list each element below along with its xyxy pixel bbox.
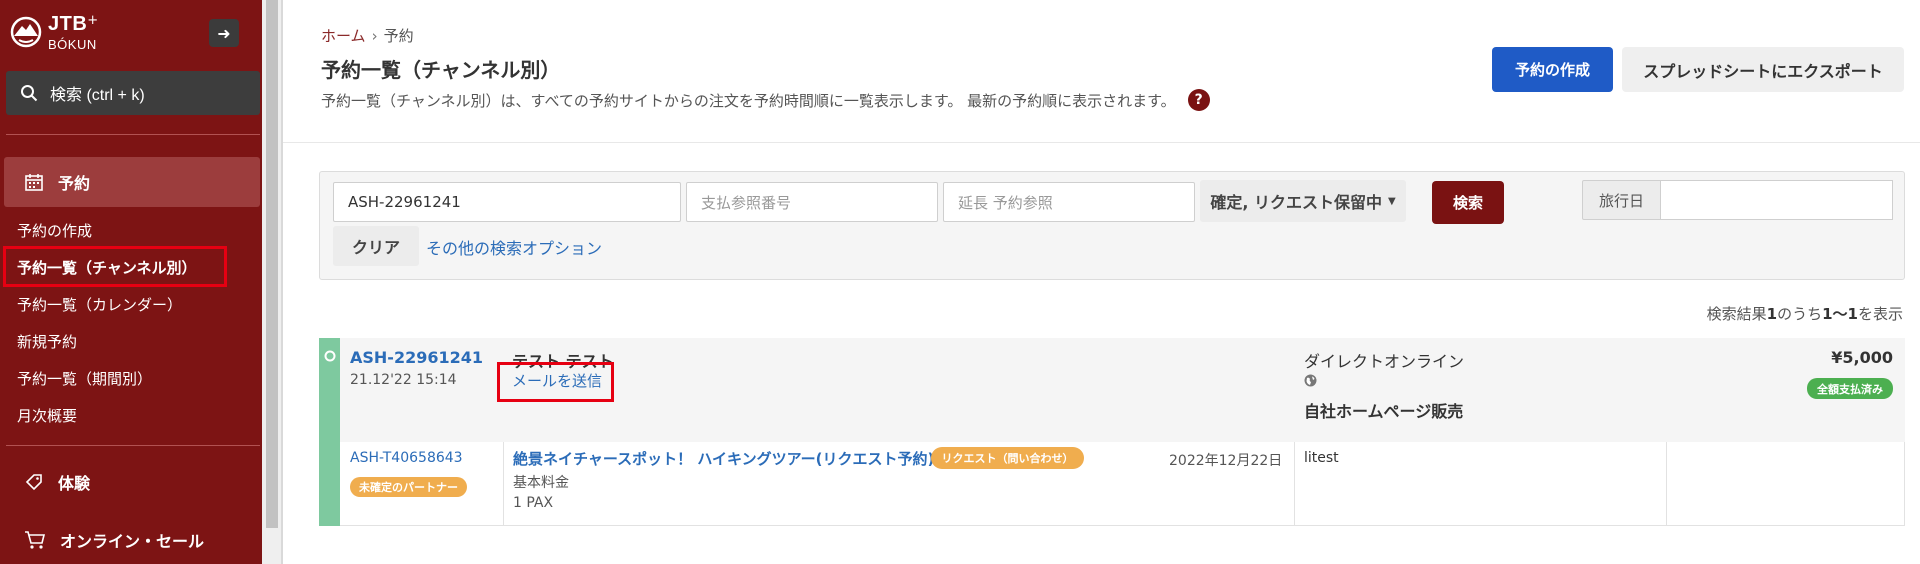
booking-status-stripe [319, 338, 340, 526]
booking-status-dropdown[interactable]: 確定, リクエスト保留中 ▼ [1200, 180, 1406, 222]
sales-channel: ダイレクトオンライン [1304, 352, 1465, 371]
product-title-link[interactable]: 絶景ネイチャースポット！ ハイキングツアー(リクエスト予約) [513, 448, 934, 469]
sidebar-border [281, 0, 283, 564]
payment-reference-input[interactable]: 支払参照番号 [686, 182, 938, 222]
globe-icon [1304, 374, 1317, 387]
sidebar-section-experiences[interactable]: 体験 [4, 457, 260, 507]
results-mid: のうち [1777, 305, 1823, 323]
more-search-options-link[interactable]: その他の検索オプション [426, 235, 602, 259]
sidebar-divider [6, 134, 260, 135]
booking-id-link[interactable]: ASH-22961241 [350, 348, 483, 367]
travel-date-input[interactable] [1660, 180, 1893, 220]
extension-reference-input[interactable]: 延長 予約参照 [943, 182, 1195, 222]
breadcrumb-home-link[interactable]: ホーム [321, 27, 366, 45]
partner-status-badge: 未確定のパートナー [350, 477, 467, 497]
caret-down-icon: ▼ [1387, 195, 1396, 207]
payment-status-badge: 全額支払済み [1807, 378, 1893, 399]
arrow-right-icon: ➜ [217, 23, 231, 43]
product-booking-id-link[interactable]: ASH-T40658643 [350, 450, 463, 466]
logo-plus-text: + [87, 12, 99, 28]
breadcrumb-separator: › [371, 27, 378, 45]
clear-button[interactable]: クリア [333, 226, 419, 266]
results-total: 1 [1766, 305, 1778, 323]
sidebar-link-create-booking[interactable]: 予約の作成 [17, 220, 92, 241]
sidebar-scrollbar-thumb[interactable] [266, 0, 278, 528]
sidebar-link-bookings-calendar[interactable]: 予約一覧（カレンダー） [17, 294, 182, 315]
sidebar-link-bookings-by-period[interactable]: 予約一覧（期間別） [17, 368, 152, 389]
travel-date-label: 旅行日 [1582, 180, 1661, 220]
breadcrumb-current: 予約 [383, 27, 414, 45]
results-prefix: 検索結果 [1706, 305, 1767, 323]
product-pax: 1 PAX [513, 495, 554, 511]
tag-icon [25, 474, 42, 491]
mountain-logo-icon [10, 16, 42, 48]
sidebar-divider [6, 445, 260, 446]
annotation-highlight-box [3, 246, 227, 287]
booking-total-price: ¥5,000 [1831, 348, 1893, 367]
request-status-badge: リクエスト（問い合わせ） [931, 447, 1084, 469]
calendar-icon [25, 174, 43, 191]
sidebar-section-bookings-label: 予約 [58, 174, 91, 193]
collapse-sidebar-button[interactable]: ➜ [209, 19, 239, 47]
shopping-cart-icon [25, 531, 46, 549]
sidebar-section-online-sales-label: オンライン・セール [60, 532, 205, 551]
online-globe-icon [324, 350, 336, 362]
export-spreadsheet-button[interactable]: スプレッドシートにエクスポート [1622, 47, 1904, 92]
results-suffix: を表示 [1857, 305, 1903, 323]
annotation-highlight-box [497, 362, 614, 402]
product-extra-info: litest [1304, 450, 1339, 466]
sidebar-section-bookings[interactable]: 予約 [4, 157, 260, 207]
page-description-text: 予約一覧（チャンネル別）は、すべての予約サイトからの注文を予約時間順に一覧表示し… [321, 91, 1176, 110]
booking-status-value: 確定, リクエスト保留中 [1210, 193, 1382, 212]
booking-reference-input[interactable]: ASH-22961241 [333, 182, 681, 222]
page-title: 予約一覧（チャンネル別） [321, 58, 561, 82]
logo[interactable]: JTB+ BÓKUN [10, 12, 98, 52]
header-divider [283, 142, 1920, 143]
product-date: 2022年12月22日 [1169, 453, 1283, 469]
product-rate: 基本料金 [513, 475, 569, 491]
column-divider [1294, 442, 1295, 526]
help-icon[interactable]: ? [1187, 89, 1210, 111]
logo-main-text: JTB [48, 12, 88, 35]
column-divider [1666, 442, 1667, 526]
results-count: 検索結果1のうち1〜1を表示 [1707, 303, 1903, 324]
sidebar-link-monthly-summary[interactable]: 月次概要 [17, 405, 77, 426]
sidebar-scrollbar[interactable] [262, 0, 282, 564]
search-icon [21, 85, 38, 102]
booking-created-date: 21.12'22 15:14 [350, 372, 457, 388]
search-button[interactable]: 検索 [1432, 181, 1504, 224]
logo-sub-text: BÓKUN [48, 36, 97, 52]
column-divider [503, 442, 504, 526]
sidebar-section-experiences-label: 体験 [58, 474, 91, 493]
sidebar-section-online-sales[interactable]: オンライン・セール [4, 515, 260, 564]
sidebar-link-new-bookings[interactable]: 新規予約 [17, 331, 77, 352]
seller-name: 自社ホームページ販売 [1304, 402, 1464, 421]
breadcrumb: ホーム › 予約 [321, 25, 414, 46]
global-search-label: 検索 (ctrl + k) [50, 87, 145, 104]
global-search-button[interactable]: 検索 (ctrl + k) [6, 71, 260, 115]
page-description: 予約一覧（チャンネル別）は、すべての予約サイトからの注文を予約時間順に一覧表示し… [321, 89, 1210, 111]
create-booking-button[interactable]: 予約の作成 [1492, 47, 1613, 92]
results-range: 1〜1 [1822, 305, 1858, 323]
